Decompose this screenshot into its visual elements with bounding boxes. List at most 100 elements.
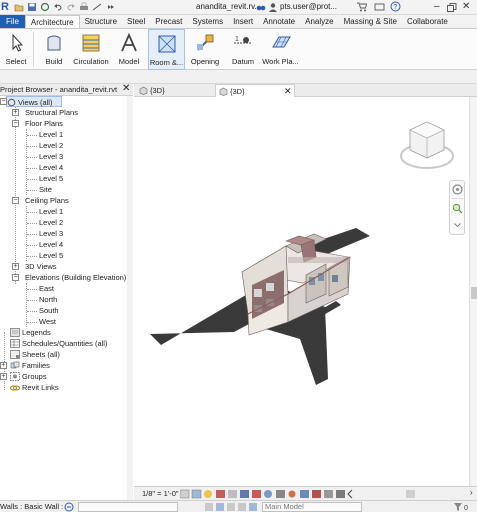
room-area-button[interactable]: Room &... bbox=[148, 29, 185, 70]
workset-dropdown[interactable] bbox=[78, 502, 178, 512]
close-icon[interactable]: ✕ bbox=[122, 83, 130, 94]
work-plane-button[interactable]: Work Pla... bbox=[262, 29, 299, 70]
quick-access-more-icon[interactable] bbox=[105, 2, 115, 12]
status-icons[interactable] bbox=[205, 502, 257, 512]
open-icon[interactable] bbox=[14, 2, 24, 12]
measure-icon[interactable] bbox=[92, 2, 102, 12]
tree-views-all[interactable]: Views (all) bbox=[6, 96, 62, 107]
tree-ceiling-level-5[interactable]: Level 5 bbox=[39, 250, 63, 261]
chevron-right-icon[interactable]: › bbox=[470, 488, 473, 497]
model-button[interactable]: Model bbox=[113, 29, 145, 70]
steering-wheel-icon[interactable] bbox=[452, 184, 463, 195]
restore-icon[interactable] bbox=[447, 3, 457, 12]
tab-precast[interactable]: Precast bbox=[150, 15, 187, 28]
build-button[interactable]: Build bbox=[38, 29, 70, 70]
ribbon-tabs: File Architecture Structure Steel Precas… bbox=[0, 15, 477, 29]
collapse-toggle[interactable]: − bbox=[12, 120, 19, 127]
collapse-toggle[interactable]: − bbox=[12, 274, 19, 281]
tree-floor-level-2[interactable]: Level 2 bbox=[39, 140, 63, 151]
tree-guide bbox=[27, 234, 37, 235]
view-scale[interactable]: 1/8" = 1'-0" bbox=[142, 489, 179, 498]
view-control-icons[interactable] bbox=[180, 489, 358, 499]
tree-schedules[interactable]: Schedules/Quantities (all) bbox=[22, 338, 107, 349]
tree-guide bbox=[27, 157, 37, 158]
tab-3d-view-1[interactable]: {3D} bbox=[136, 84, 214, 97]
tree-families[interactable]: Families bbox=[22, 360, 50, 371]
tree-legends[interactable]: Legends bbox=[22, 327, 51, 338]
tree-ceiling-level-4[interactable]: Level 4 bbox=[39, 239, 63, 250]
schedule-icon bbox=[10, 339, 20, 348]
scrollbar-thumb[interactable] bbox=[471, 287, 477, 299]
tree-elevations[interactable]: Elevations (Building Elevation) bbox=[25, 272, 126, 283]
horizontal-scrollbar-thumb[interactable] bbox=[406, 490, 415, 498]
minimize-icon[interactable]: – bbox=[434, 0, 440, 13]
tab-massing-site[interactable]: Massing & Site bbox=[339, 15, 402, 28]
workset-icon[interactable] bbox=[64, 502, 74, 512]
print-icon[interactable] bbox=[79, 2, 89, 12]
tree-groups[interactable]: Groups bbox=[22, 371, 47, 382]
tree-revit-links[interactable]: Revit Links bbox=[22, 382, 59, 393]
tree-ceiling-plans[interactable]: Ceiling Plans bbox=[25, 195, 69, 206]
save-icon[interactable] bbox=[27, 2, 37, 12]
project-browser-scrollbar[interactable] bbox=[127, 96, 133, 500]
tree-guide bbox=[27, 245, 37, 246]
3d-viewport[interactable] bbox=[134, 97, 477, 486]
expand-toggle[interactable]: + bbox=[12, 263, 19, 270]
viewport-scrollbar[interactable] bbox=[469, 97, 477, 486]
tree-floor-level-1[interactable]: Level 1 bbox=[39, 129, 63, 140]
tab-annotate[interactable]: Annotate bbox=[258, 15, 300, 28]
tab-insert[interactable]: Insert bbox=[228, 15, 258, 28]
tree-ceiling-level-3[interactable]: Level 3 bbox=[39, 228, 63, 239]
tree-3d-views[interactable]: 3D Views bbox=[25, 261, 57, 272]
legend-icon bbox=[10, 328, 20, 337]
connect-icon[interactable] bbox=[374, 2, 385, 12]
zoom-icon[interactable] bbox=[452, 203, 463, 214]
tree-elevation-north[interactable]: North bbox=[39, 294, 57, 305]
filter-icon[interactable]: 0 bbox=[452, 502, 472, 512]
collapse-toggle[interactable]: − bbox=[12, 197, 19, 204]
opening-button[interactable]: Opening bbox=[188, 29, 222, 70]
tree-floor-site[interactable]: Site bbox=[39, 184, 52, 195]
undo-icon[interactable] bbox=[53, 2, 63, 12]
tree-floor-level-3[interactable]: Level 3 bbox=[39, 151, 63, 162]
tab-collaborate[interactable]: Collaborate bbox=[402, 15, 453, 28]
redo-icon[interactable] bbox=[66, 2, 76, 12]
expand-toggle[interactable]: + bbox=[12, 109, 19, 116]
close-window-icon[interactable]: ✕ bbox=[462, 0, 470, 14]
tab-analyze[interactable]: Analyze bbox=[300, 15, 338, 28]
expand-toggle[interactable]: + bbox=[0, 362, 7, 369]
sheet-icon bbox=[10, 350, 20, 359]
tree-floor-plans[interactable]: Floor Plans bbox=[25, 118, 63, 129]
tab-systems[interactable]: Systems bbox=[187, 15, 228, 28]
circulation-button[interactable]: Circulation bbox=[72, 29, 110, 70]
chevron-down-icon[interactable] bbox=[454, 223, 461, 228]
cart-icon[interactable] bbox=[356, 2, 367, 12]
tree-floor-level-4[interactable]: Level 4 bbox=[39, 162, 63, 173]
tree-ceiling-level-1[interactable]: Level 1 bbox=[39, 206, 63, 217]
tree-elevation-west[interactable]: West bbox=[39, 316, 56, 327]
tree-elevation-south[interactable]: South bbox=[39, 305, 59, 316]
design-option-dropdown[interactable]: Main Model bbox=[262, 502, 362, 512]
sync-icon[interactable] bbox=[40, 2, 50, 12]
user-icon[interactable] bbox=[268, 2, 278, 12]
tab-structure[interactable]: Structure bbox=[80, 15, 122, 28]
collapse-toggle[interactable]: − bbox=[0, 98, 7, 105]
project-browser-tree: Views (all) − + Structural Plans − Floor… bbox=[0, 96, 133, 500]
view-cube[interactable] bbox=[398, 118, 456, 172]
tab-file[interactable]: File bbox=[0, 15, 25, 28]
tab-steel[interactable]: Steel bbox=[122, 15, 150, 28]
tree-elevation-east[interactable]: East bbox=[39, 283, 54, 294]
tree-floor-level-5[interactable]: Level 5 bbox=[39, 173, 63, 184]
tab-architecture[interactable]: Architecture bbox=[24, 15, 80, 28]
tree-ceiling-level-2[interactable]: Level 2 bbox=[39, 217, 63, 228]
expand-toggle[interactable]: + bbox=[0, 373, 7, 380]
tab-3d-view-2[interactable]: {3D} ✕ bbox=[215, 84, 295, 97]
help-icon[interactable]: ? bbox=[390, 1, 401, 12]
tree-structural-plans[interactable]: Structural Plans bbox=[25, 107, 78, 118]
user-name[interactable]: pts.user@prot... bbox=[280, 2, 337, 11]
tree-sheets[interactable]: Sheets (all) bbox=[22, 349, 60, 360]
revit-app-icon[interactable]: R bbox=[1, 1, 12, 13]
select-button[interactable]: Select bbox=[2, 29, 30, 70]
binoculars-icon[interactable] bbox=[256, 2, 266, 12]
datum-button[interactable]: 1 Datum bbox=[227, 29, 259, 70]
